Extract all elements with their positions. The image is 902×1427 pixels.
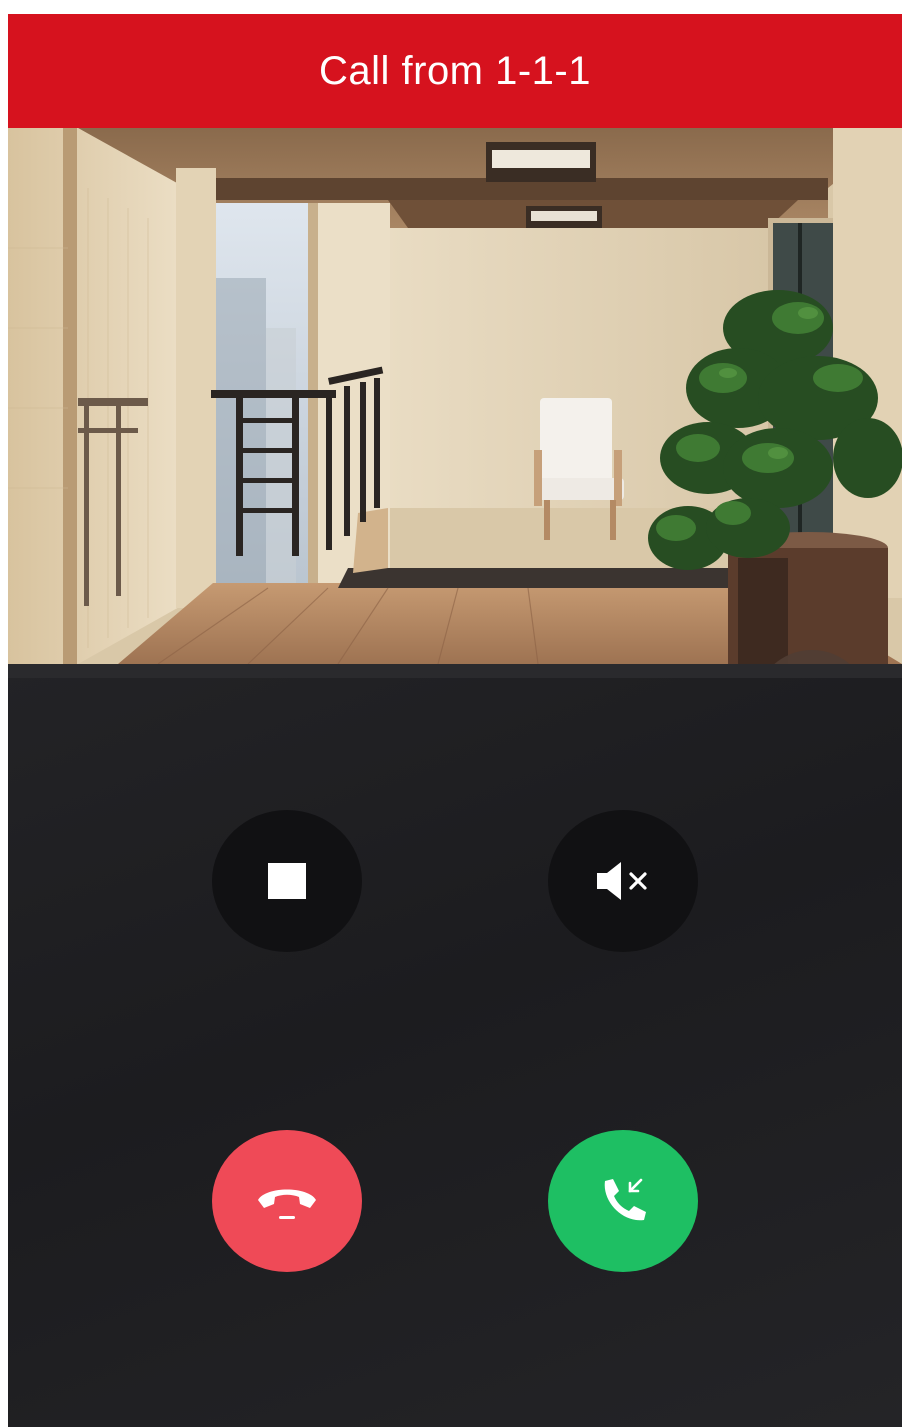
call-controls bbox=[8, 664, 902, 1427]
phone-answer-icon bbox=[604, 1178, 646, 1221]
stop-icon bbox=[268, 863, 306, 899]
video-feed[interactable] bbox=[8, 128, 902, 664]
camera-image bbox=[8, 128, 902, 664]
speaker-mute-icon bbox=[597, 862, 647, 900]
stop-button[interactable] bbox=[212, 810, 362, 952]
answer-button[interactable] bbox=[548, 1130, 698, 1272]
call-title: Call from 1-1-1 bbox=[318, 48, 591, 93]
mute-button[interactable] bbox=[548, 810, 698, 952]
phone-hangup-icon bbox=[258, 1189, 316, 1219]
call-screen: Call from 1-1-1 bbox=[8, 14, 902, 1427]
hangup-button[interactable] bbox=[212, 1130, 362, 1272]
title-bar: Call from 1-1-1 bbox=[8, 14, 902, 128]
